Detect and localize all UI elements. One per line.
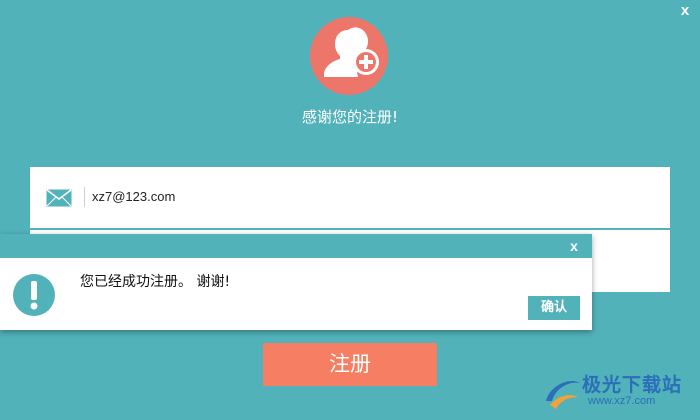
- window-close-button[interactable]: x: [676, 2, 694, 20]
- alert-icon: [12, 273, 56, 321]
- form-divider: [30, 228, 670, 230]
- watermark-url: www.xz7.com: [588, 395, 656, 407]
- dialog-body: 您已经成功注册。 谢谢! 确认: [0, 258, 592, 330]
- watermark-swirl-icon: [546, 381, 580, 409]
- thanks-message: 感谢您的注册!: [301, 108, 398, 126]
- dialog-titlebar: x: [0, 234, 592, 258]
- add-user-icon: [310, 17, 388, 95]
- watermark-logo: 极光下载站 www.xz7.com: [540, 367, 700, 420]
- success-dialog: x 您已经成功注册。 谢谢! 确认: [0, 234, 592, 330]
- email-field[interactable]: xz7@123.com: [92, 187, 175, 207]
- dialog-close-button[interactable]: x: [566, 236, 582, 256]
- field-separator: [84, 187, 85, 207]
- mail-icon: [46, 189, 72, 211]
- dialog-message: 您已经成功注册。 谢谢!: [80, 274, 231, 290]
- register-button[interactable]: 注册: [263, 343, 437, 386]
- watermark-brand: 极光下载站: [582, 374, 683, 396]
- confirm-button[interactable]: 确认: [528, 296, 580, 320]
